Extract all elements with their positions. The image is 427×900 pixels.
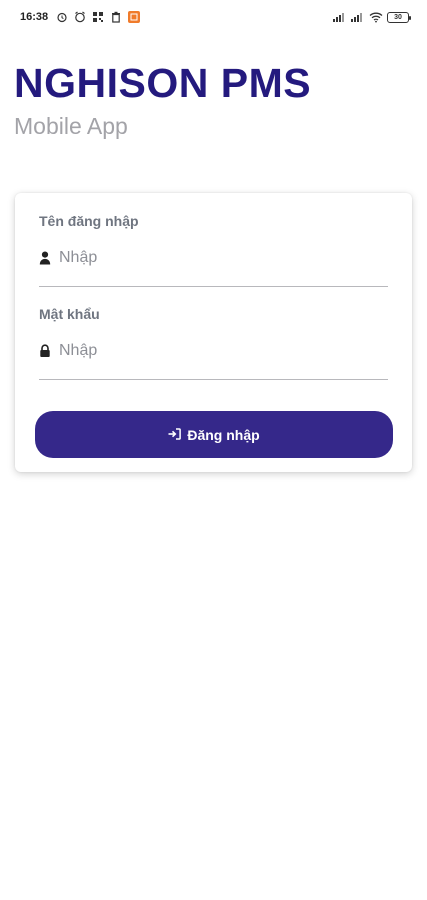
password-label: Mật khẩu: [39, 306, 100, 322]
password-input[interactable]: [59, 341, 359, 361]
status-right: 30: [333, 11, 411, 23]
login-button-label: Đăng nhập: [187, 426, 260, 443]
lock-icon: [39, 344, 51, 358]
password-row[interactable]: [39, 337, 388, 380]
battery-level: 30: [394, 13, 402, 21]
username-label: Tên đăng nhập: [39, 213, 139, 229]
user-icon: [39, 251, 51, 265]
app-header: NGHISON PMS Mobile App: [14, 58, 311, 140]
trash-icon: [110, 11, 122, 23]
signal-icon: [333, 11, 345, 23]
password-field: Mật khẩu: [39, 305, 388, 380]
notification-icon: [128, 11, 141, 23]
app-subtitle: Mobile App: [14, 113, 128, 139]
status-time: 16:38: [20, 11, 49, 23]
signal-icon: [351, 11, 363, 23]
status-bar: 16:38 30: [0, 0, 427, 34]
username-input[interactable]: [59, 248, 359, 268]
qr-icon: [92, 11, 104, 23]
username-field: Tên đăng nhập: [39, 212, 388, 287]
alarm-icon: [56, 11, 68, 23]
status-left: 16:38: [20, 11, 141, 23]
sign-in-icon: [168, 427, 182, 443]
clock-icon: [74, 11, 86, 23]
login-card: Tên đăng nhập Mật khẩu Đăng nhập: [15, 193, 412, 472]
username-row[interactable]: [39, 244, 388, 287]
login-button[interactable]: Đăng nhập: [35, 411, 393, 458]
app-title: NGHISON PMS: [14, 60, 312, 106]
battery-icon: 30: [387, 11, 411, 23]
wifi-icon: [369, 11, 383, 23]
